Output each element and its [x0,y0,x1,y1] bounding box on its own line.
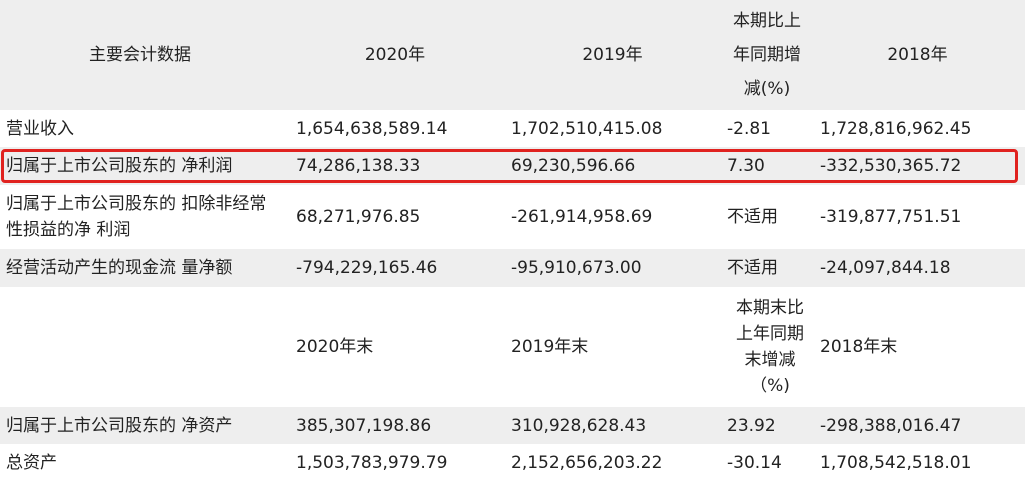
header-yoy-line-3: 减(%) [743,79,791,99]
value-2018-end: -298,388,016.47 [820,415,962,436]
row-label: 经营活动产生的现金流 量净额 [6,258,233,278]
table-header-row: 主要会计数据 2020年 2019年 本期比上 年同期增 减(%) 2018年 [0,0,1025,110]
value-2020: 68,271,976.85 [296,207,421,227]
subheader-change-line-3: 末增减 [744,350,796,370]
header-yoy-line-2: 年同期增 [733,45,801,65]
value-2018: -319,877,751.51 [820,207,962,227]
value-2019: 1,702,510,415.08 [511,118,663,139]
row-label: 归属于上市公司股东的 扣除非经常 性损益的净 利润 [6,185,284,249]
subheader-2018-end: 2018年末 [820,337,898,357]
value-2020-end: 1,503,783,979.79 [296,452,448,473]
row-label: 归属于上市公司股东的 净利润 [6,156,233,176]
subheader-change-line-2: 上年同期 [736,324,804,344]
value-change: 不适用 [727,207,778,227]
value-change: 7.30 [727,156,765,176]
table-row: 经营活动产生的现金流 量净额 -794,229,165.46 -95,910,6… [0,249,1025,287]
header-2018: 2018年 [887,45,948,65]
header-yoy-change: 本期比上 年同期增 减(%) [722,0,812,110]
subheader-change-line-4: （%) [750,376,790,396]
table-row: 归属于上市公司股东的 净资产 385,307,198.86 310,928,62… [0,407,1025,444]
value-2018-end: 1,708,542,518.01 [820,452,972,473]
value-2018: -24,097,844.18 [820,258,951,278]
header-2019: 2019年 [582,45,643,65]
row-label: 归属于上市公司股东的 净资产 [6,415,233,436]
value-2018: -332,530,365.72 [820,156,962,176]
table-subheader-row: 2020年末 2019年末 本期末比 上年同期 末增减 （%) 2018年末 [0,287,1025,407]
value-2019: -261,914,958.69 [511,207,653,227]
table-row: 归属于上市公司股东的 净利润 74,286,138.33 69,230,596.… [0,147,1025,185]
row-label-line-1: 归属于上市公司股东的 扣除非经常 [6,194,267,214]
value-change: 不适用 [727,258,778,278]
header-2020: 2020年 [364,45,426,65]
table-row: 归属于上市公司股东的 扣除非经常 性损益的净 利润 68,271,976.85 … [0,185,1025,249]
value-2019: 69,230,596.66 [511,156,636,176]
value-2019-end: 310,928,628.43 [511,415,647,436]
row-label: 总资产 [6,452,57,473]
value-2019: -95,910,673.00 [511,258,642,278]
value-2020: 1,654,638,589.14 [296,118,448,139]
value-2020-end: 385,307,198.86 [296,415,432,436]
table-row: 总资产 1,503,783,979.79 2,152,656,203.22 -3… [0,444,1025,481]
subheader-2019-end: 2019年末 [511,337,589,357]
value-change: -2.81 [727,118,771,139]
value-change: 23.92 [727,415,776,436]
subheader-change-line-1: 本期末比 [736,298,804,318]
subheader-2020-end: 2020年末 [296,337,374,357]
table-row: 营业收入 1,654,638,589.14 1,702,510,415.08 -… [0,110,1025,147]
value-2020: 74,286,138.33 [296,156,421,176]
header-key-data: 主要会计数据 [89,45,191,65]
value-2018: 1,728,816,962.45 [820,118,972,139]
value-2019-end: 2,152,656,203.22 [511,452,663,473]
value-change: -30.14 [727,452,782,473]
subheader-period-end-change: 本期末比 上年同期 末增减 （%) [727,287,813,407]
row-label: 营业收入 [6,118,74,139]
value-2020: -794,229,165.46 [296,258,438,278]
row-label-line-2: 性损益的净 利润 [6,220,131,240]
header-yoy-line-1: 本期比上 [733,11,801,31]
